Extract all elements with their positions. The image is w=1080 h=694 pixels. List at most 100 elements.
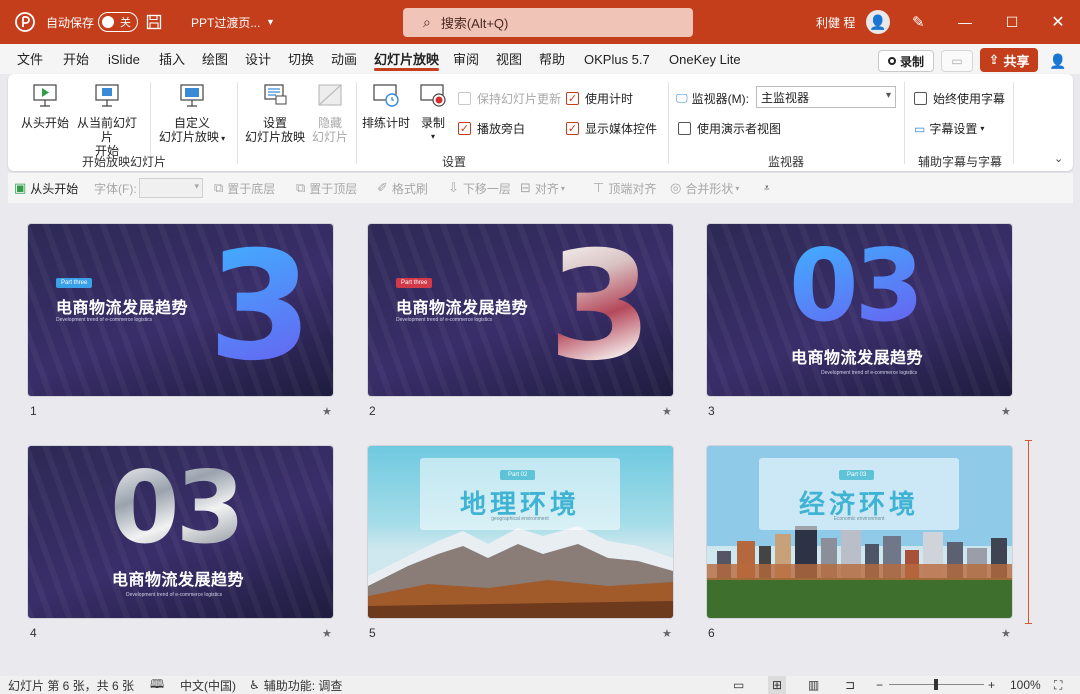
normal-view-icon[interactable]: ▭ [733, 676, 744, 694]
zoom-in-button[interactable]: + [988, 676, 995, 694]
chevron-down-icon: ▾ [980, 124, 985, 133]
keep-updated-checkbox[interactable]: 保持幻灯片更新 [458, 90, 561, 107]
zoom-level[interactable]: 100% [1010, 676, 1041, 694]
book-icon[interactable]: 🕮 [150, 676, 164, 694]
slide-title: 电商物流发展趋势 [112, 572, 245, 589]
tab-home[interactable]: 开始 [63, 44, 89, 74]
star-icon[interactable]: ★ [322, 405, 332, 418]
zoom-out-button[interactable]: − [876, 676, 883, 694]
zoom-slider-thumb[interactable] [934, 679, 938, 690]
qat-align[interactable]: ⊟ 对齐 ▾ [520, 173, 565, 203]
custom-show-label-2: 幻灯片放映 [158, 130, 219, 144]
maximize-button[interactable]: ☐ [989, 0, 1035, 44]
document-title[interactable]: PPT过渡页... [191, 0, 260, 44]
tab-onekey[interactable]: OneKey Lite [669, 44, 741, 74]
monitor-icon: 🖵 [676, 91, 688, 105]
qat-customize-icon[interactable]: ⩡ [764, 173, 770, 203]
monitor-label: 监视器(M): [691, 92, 749, 106]
qat-font-select[interactable]: ▾ [139, 173, 203, 203]
hide-slide-button[interactable]: 隐藏 幻灯片 [308, 82, 352, 144]
share-button[interactable]: ⇪ 共享 [980, 48, 1038, 72]
save-icon[interactable] [146, 0, 162, 44]
ribbon: 从头开始 从当前幻灯片 开始 自定义 幻灯片放映 ▾ 开始放映幻灯片 设置 幻灯… [8, 74, 1073, 171]
qat-format-painter-label: 格式刷 [391, 181, 428, 196]
collapse-ribbon-icon[interactable]: ⌄ [1054, 152, 1063, 165]
chevron-down-icon[interactable]: ▼ [266, 0, 275, 44]
chevron-down-icon: ▾ [560, 183, 565, 193]
subtitle-settings-label: 字幕设置 [929, 122, 978, 136]
tab-insert[interactable]: 插入 [159, 44, 185, 74]
ribbon-separator [150, 82, 151, 164]
slide-thumbnail-6[interactable]: Part 03 经济环境 Economic environment [707, 446, 1012, 618]
record-show-button[interactable]: 录制 ▾ [414, 82, 452, 144]
tab-slideshow[interactable]: 幻灯片放映 [374, 44, 440, 74]
star-icon[interactable]: ★ [1001, 405, 1011, 418]
search-icon: ⌕ [423, 14, 431, 30]
tab-review[interactable]: 审阅 [453, 44, 479, 74]
user-avatar[interactable]: 👤 [866, 0, 890, 44]
record-button[interactable]: 录制 [878, 50, 934, 72]
play-narration-label: 播放旁白 [477, 122, 526, 136]
slide-big-number: 3 [548, 224, 653, 394]
qat-bring-front[interactable]: ⧉ 置于顶层 [296, 173, 357, 203]
group-label-captions: 辅助字幕与字幕 [917, 155, 1002, 169]
minimize-button[interactable]: — [942, 0, 988, 44]
tab-draw[interactable]: 绘图 [202, 44, 228, 74]
star-icon[interactable]: ★ [662, 627, 672, 640]
search-box[interactable]: ⌕ 搜索(Alt+Q) [403, 8, 693, 37]
subtitle-settings-button[interactable]: ▭ 字幕设置 ▾ [914, 120, 984, 137]
use-timings-checkbox[interactable]: ✓ 使用计时 [566, 90, 633, 107]
from-start-button[interactable]: 从头开始 [20, 82, 70, 130]
language-status[interactable]: 中文(中国) [180, 676, 236, 694]
qat-format-painter[interactable]: ✐ 格式刷 [377, 173, 428, 203]
tab-okplus[interactable]: OKPlus 5.7 [584, 44, 650, 74]
slide-number: 3 [708, 404, 715, 418]
star-icon[interactable]: ★ [322, 627, 332, 640]
from-current-button[interactable]: 从当前幻灯片 开始 [72, 82, 142, 158]
tab-transitions[interactable]: 切换 [288, 44, 314, 74]
qat-merge-shapes[interactable]: ◎ 合并形状 ▾ [670, 173, 739, 203]
tab-design[interactable]: 设计 [245, 44, 271, 74]
slide-thumbnail-2[interactable]: Part three 电商物流发展趋势 Development trend of… [368, 224, 673, 396]
record-show-icon [420, 84, 446, 107]
slide-thumbnail-4[interactable]: 03 电商物流发展趋势 Development trend of e-comme… [28, 446, 333, 618]
star-icon[interactable]: ★ [1001, 627, 1011, 640]
media-controls-checkbox[interactable]: ✓ 显示媒体控件 [566, 120, 657, 137]
play-narration-checkbox[interactable]: ✓ 播放旁白 [458, 120, 525, 137]
hide-slide-label-1: 隐藏 [317, 116, 342, 130]
slide-thumbnail-5[interactable]: Part 02 地理环境 geographical environment [368, 446, 673, 618]
tab-animations[interactable]: 动画 [331, 44, 357, 74]
coauthor-icon[interactable]: 👤 [1046, 50, 1070, 72]
rehearse-timings-button[interactable]: 排练计时 [360, 82, 412, 130]
tab-file[interactable]: 文件 [17, 44, 43, 74]
presenter-view-checkbox[interactable]: 使用演示者视图 [678, 120, 781, 137]
pen-icon[interactable]: ✎ [912, 0, 925, 44]
custom-show-button[interactable]: 自定义 幻灯片放映 ▾ [156, 82, 228, 146]
slideshow-view-icon[interactable]: ⊐ [845, 676, 855, 694]
tab-help[interactable]: 帮助 [539, 44, 565, 74]
qat-from-start[interactable]: ▣ 从头开始 [14, 173, 78, 203]
slide-thumbnail-3[interactable]: 03 电商物流发展趋势 Development trend of e-comme… [707, 224, 1012, 396]
tab-view[interactable]: 视图 [496, 44, 522, 74]
comments-button[interactable]: ▭ [941, 50, 973, 72]
qat-move-down[interactable]: ⇩ 下移一层 [448, 173, 511, 203]
qat-align-top[interactable]: ⊤ 顶端对齐 [593, 173, 656, 203]
star-icon[interactable]: ★ [662, 405, 672, 418]
slide-sorter-icon[interactable]: ⊞ [768, 676, 787, 694]
tab-islide[interactable]: iSlide [108, 44, 140, 74]
close-button[interactable]: ✕ [1035, 0, 1080, 44]
reading-view-icon[interactable]: ▥ [808, 676, 819, 694]
fit-window-icon[interactable]: ⛶ [1054, 676, 1062, 694]
always-subtitles-checkbox[interactable]: 始终使用字幕 [914, 90, 1005, 107]
qat-send-back[interactable]: ⧉ 置于底层 [214, 173, 275, 203]
user-name[interactable]: 利健 程 [816, 0, 855, 44]
slide-thumbnail-1[interactable]: Part three 电商物流发展趋势 Development trend of… [28, 224, 333, 396]
slide-number: 6 [708, 626, 715, 640]
autosave-toggle[interactable]: 关 [98, 0, 138, 44]
share-icon: ⇪ [988, 52, 1000, 67]
setup-show-button[interactable]: 设置 幻灯片放映 [244, 82, 306, 144]
custom-show-label-1: 自定义 [173, 116, 210, 130]
accessibility-status[interactable]: ♿ 辅助功能: 调查 [249, 676, 342, 694]
qat-send-back-label: 置于底层 [227, 181, 276, 196]
monitor-select[interactable]: 主监视器 ▾ [756, 86, 896, 108]
